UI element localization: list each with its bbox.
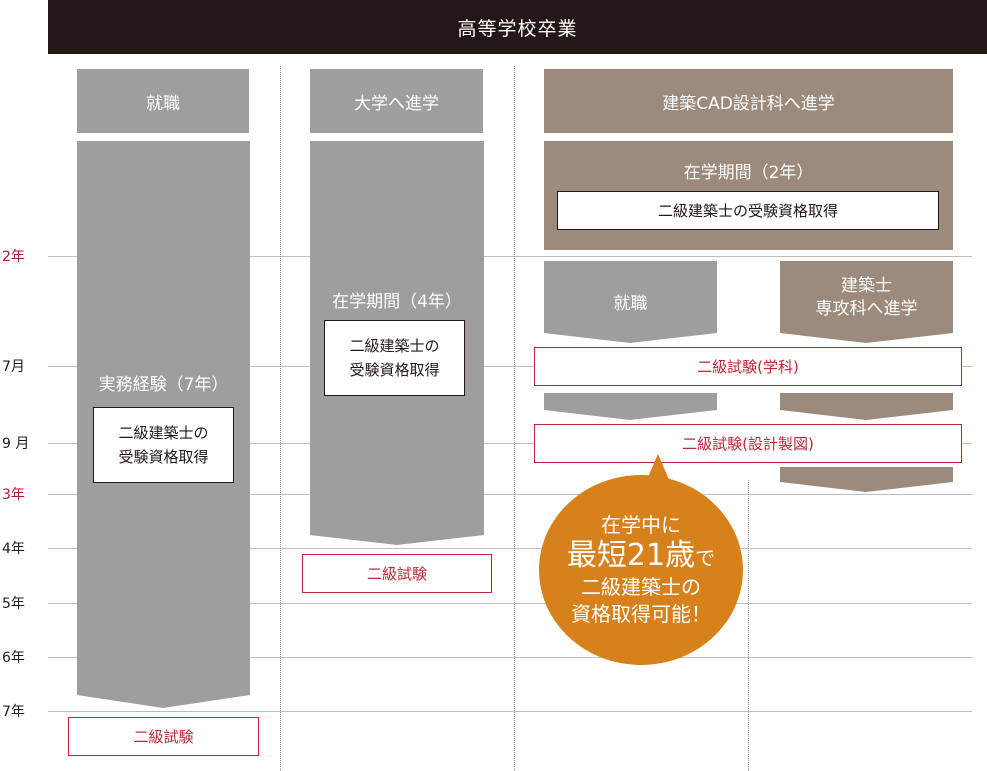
col3-exam-1: 二級試験(学科) <box>534 347 962 386</box>
col3-title: 建築CAD設計科へ進学 <box>662 93 835 114</box>
col2-goal-line2: 受験資格取得 <box>349 361 440 379</box>
col1-exam: 二級試験 <box>68 717 259 756</box>
col3-exam-2: 二級試験(設計製図) <box>534 424 962 463</box>
y-label-year4: 4年 <box>2 541 25 557</box>
col1-goal-box: 二級建築士の 受験資格取得 <box>93 407 234 483</box>
col1-goal-line1: 二級建築士の <box>118 424 209 442</box>
col3-branch-study-label: 建築士 専攻科へ進学 <box>780 272 953 324</box>
col3-goal-box: 二級建築士の受験資格取得 <box>557 191 939 230</box>
bubble-line2-big: 最短21歳 <box>566 538 696 574</box>
col2-title: 大学へ進学 <box>354 93 439 114</box>
column-divider-3 <box>748 480 749 771</box>
y-label-month9: 9 月 <box>2 436 30 452</box>
y-label-year6: 6年 <box>2 650 25 666</box>
y-label-year3: 3年 <box>2 487 25 503</box>
col3-title-box: 建築CAD設計科へ進学 <box>544 69 953 133</box>
y-label-year7: 7年 <box>2 704 25 720</box>
y-label-month7: 7月 <box>2 359 25 375</box>
bubble-line4: 資格取得可能！ <box>571 601 711 626</box>
col3-branch-job: 就職 <box>613 293 648 314</box>
col2-period: 在学期間（4年） <box>332 291 462 312</box>
y-label-year2: 2年 <box>2 249 25 265</box>
col2-goal-line1: 二級建築士の <box>349 337 440 355</box>
col1-title: 就職 <box>146 93 180 114</box>
column-divider-1 <box>280 66 281 771</box>
bubble-line3: 二級建築士の <box>581 574 701 599</box>
bubble-line2: 最短21歳で <box>567 539 715 574</box>
col2-exam: 二級試験 <box>302 554 492 593</box>
col3-branch-job-arrow-2 <box>544 393 717 420</box>
col1-goal-line2: 受験資格取得 <box>118 448 209 466</box>
col3-period: 在学期間（2年） <box>683 162 814 183</box>
header-title: 高等学校卒業 <box>457 17 578 40</box>
y-label-year5: 5年 <box>2 596 25 612</box>
bubble-line1: 在学中に <box>601 513 681 538</box>
col3-branch-study-line2: 専攻科へ進学 <box>815 299 918 319</box>
col3-branch-study-arrow-3 <box>780 467 953 492</box>
col3-goal: 二級建築士の受験資格取得 <box>657 201 838 220</box>
column-divider-2 <box>514 66 515 771</box>
header-bar: 高等学校卒業 <box>48 0 987 54</box>
highlight-bubble: 在学中に 最短21歳で 二級建築士の 資格取得可能！ <box>539 475 743 665</box>
bubble-line2-small: で <box>695 546 716 571</box>
gridline-year7 <box>48 711 972 712</box>
col3-branch-study-arrow-2 <box>780 393 953 420</box>
col3-branch-study-line1: 建築士 <box>841 276 892 297</box>
col1-title-box: 就職 <box>77 69 249 133</box>
col2-title-box: 大学へ進学 <box>310 69 483 133</box>
col2-goal-box: 二級建築士の 受験資格取得 <box>324 320 465 396</box>
col1-period: 実務経験（7年） <box>98 374 229 395</box>
